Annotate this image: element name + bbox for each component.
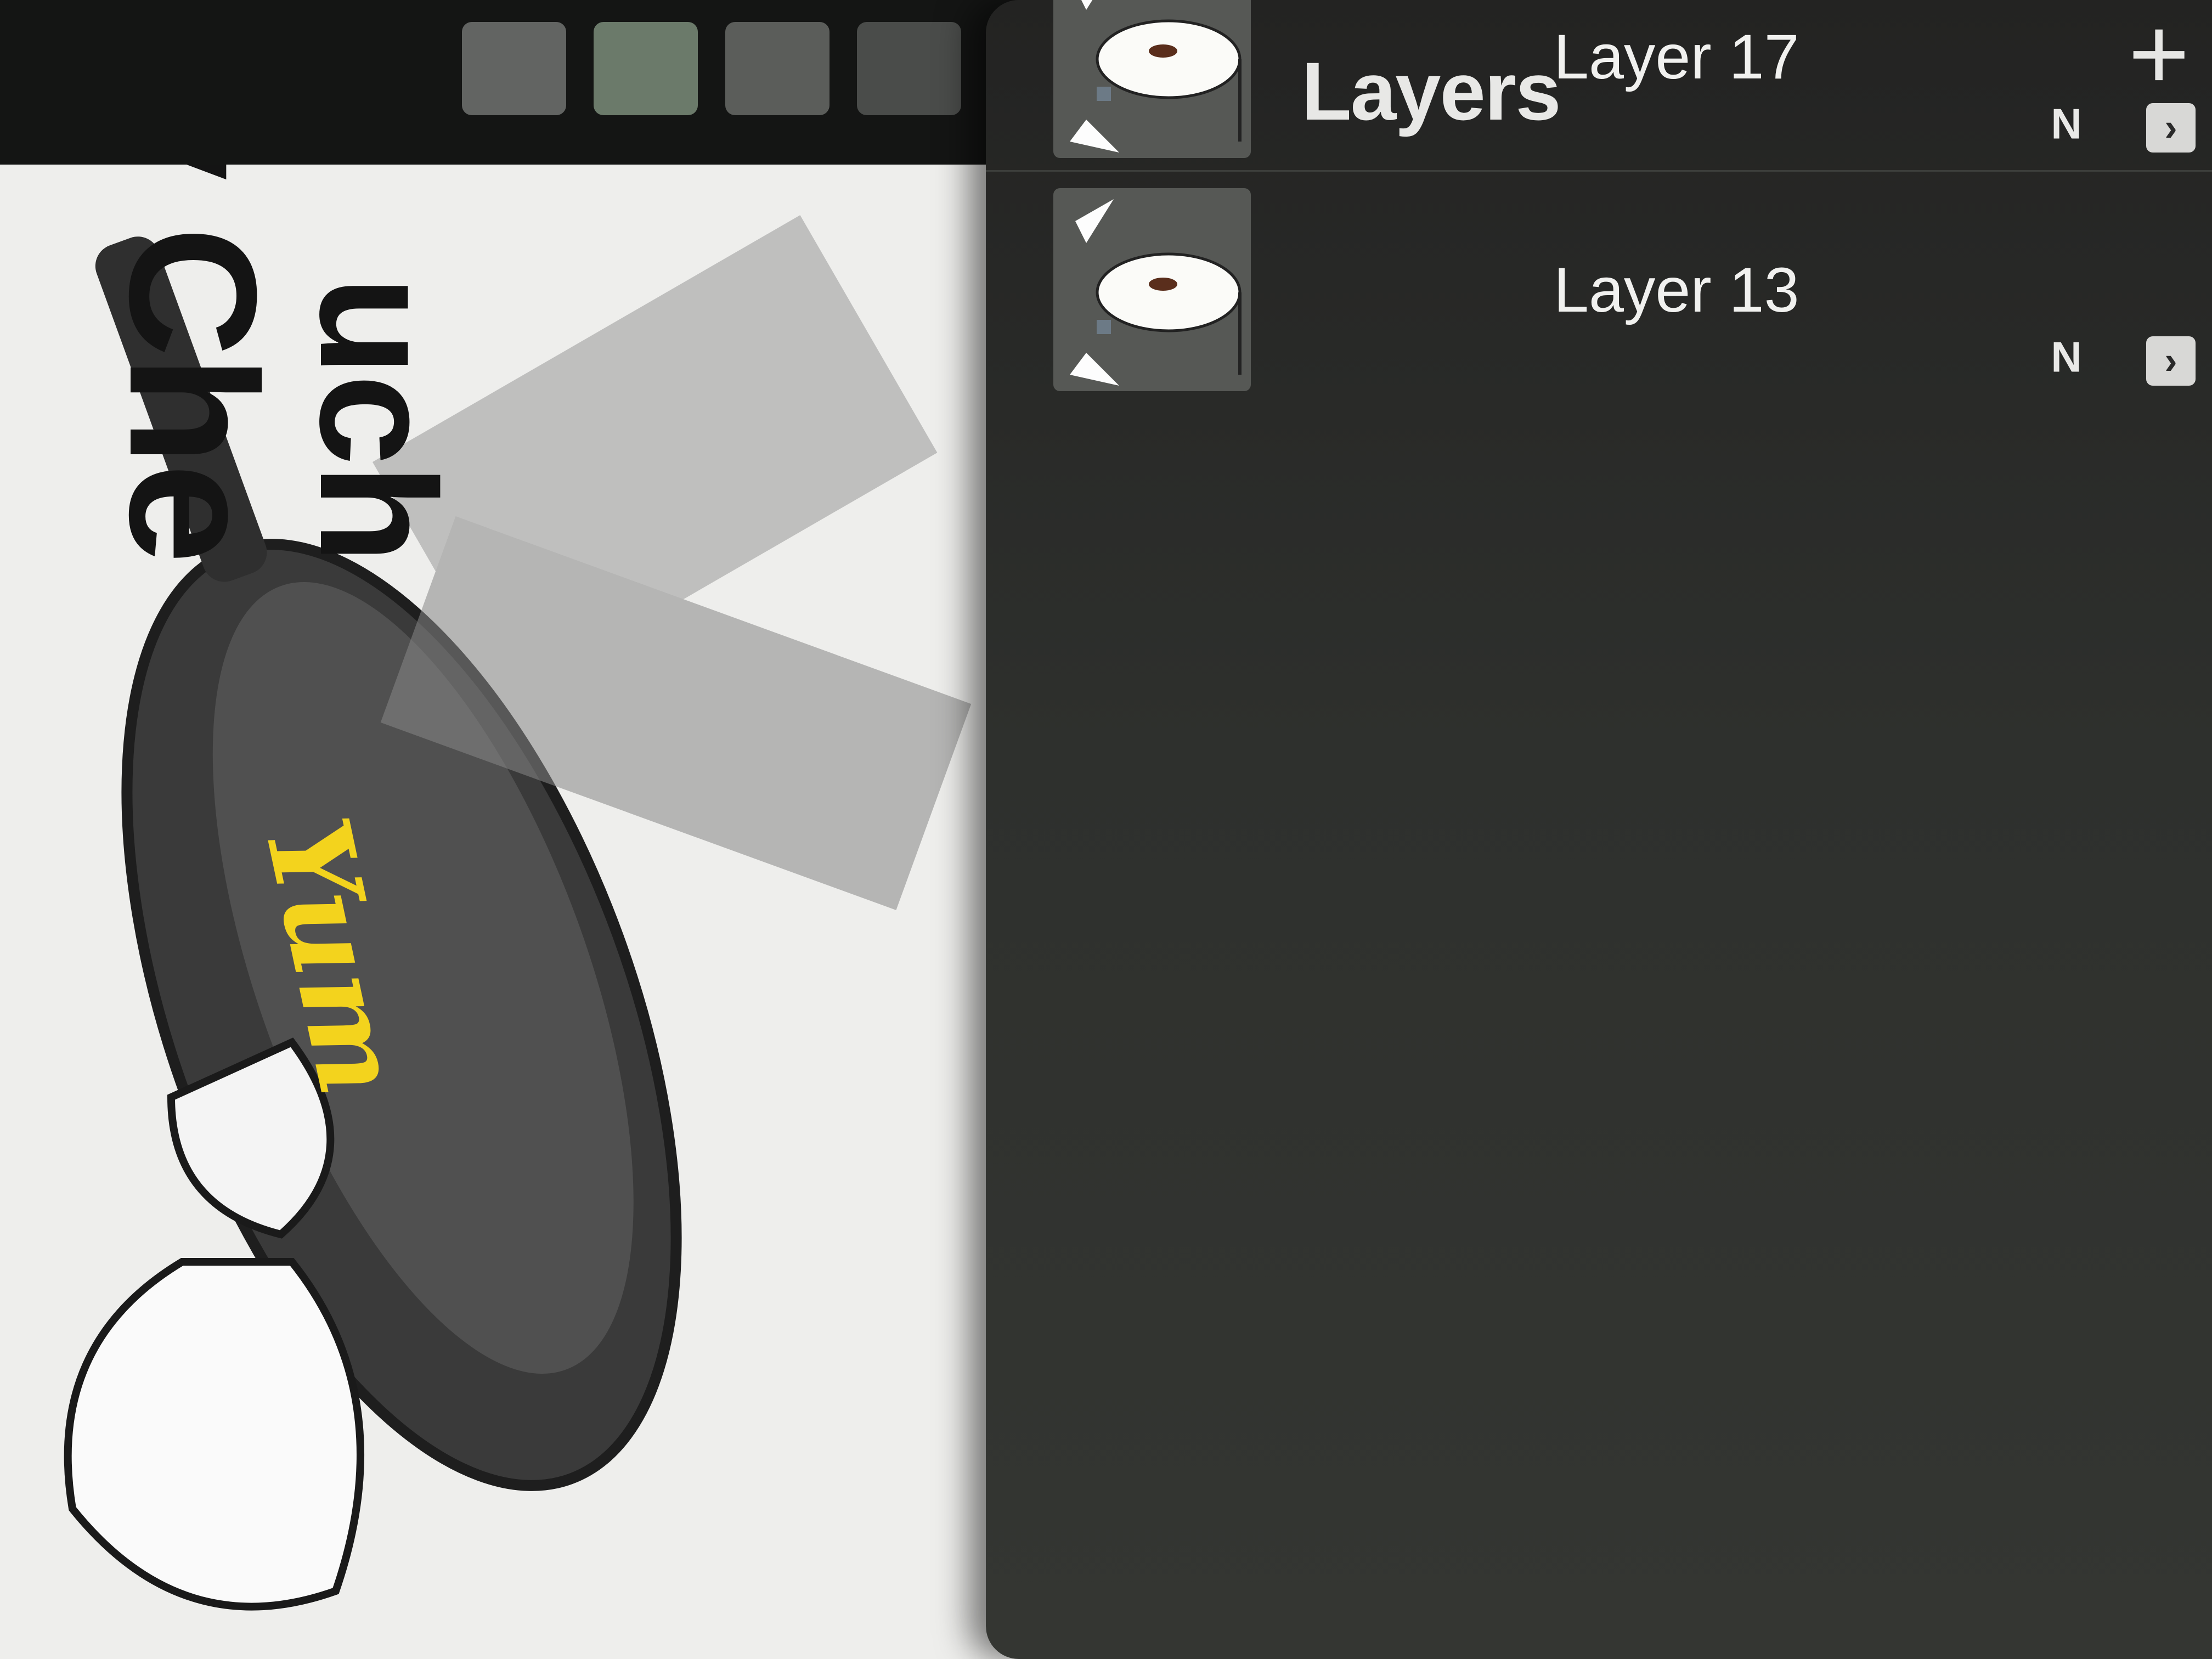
layer-row[interactable]: Layer 17 N › [986, 0, 2212, 169]
layers-panel: Layers + Layer 13N›Layer 17N›Layer 13N›L… [986, 0, 2212, 1659]
side-thumbnail[interactable] [462, 22, 566, 115]
screen: uch by Che Yum Layers + Layer 13 N › Layer … [0, 0, 2212, 1659]
chevron-right-icon[interactable]: › [2146, 336, 2196, 386]
pan-sketch-icon [1070, 199, 1242, 386]
layer-name: Layer 13 [1554, 255, 1799, 325]
layer-name: Layer 17 [1554, 22, 1799, 92]
pan-sketch-icon [1070, 0, 1242, 153]
side-thumbnail[interactable] [594, 22, 698, 115]
rotated-view: uch by Che Yum Layers + Layer 13 N › Layer … [0, 0, 2212, 1659]
layer-thumbnail[interactable] [1053, 188, 1251, 391]
blend-mode-button[interactable]: N [2051, 332, 2081, 382]
layer-row[interactable]: Layer 13 N › [986, 170, 2212, 402]
chevron-right-icon[interactable]: › [2146, 103, 2196, 153]
side-thumbnail[interactable] [857, 22, 961, 115]
side-thumbnail[interactable] [725, 22, 830, 115]
layer-thumbnail[interactable] [1053, 0, 1251, 158]
canvas-text-line-1: uch [286, 275, 470, 562]
blend-mode-button[interactable]: N [2051, 99, 2081, 149]
